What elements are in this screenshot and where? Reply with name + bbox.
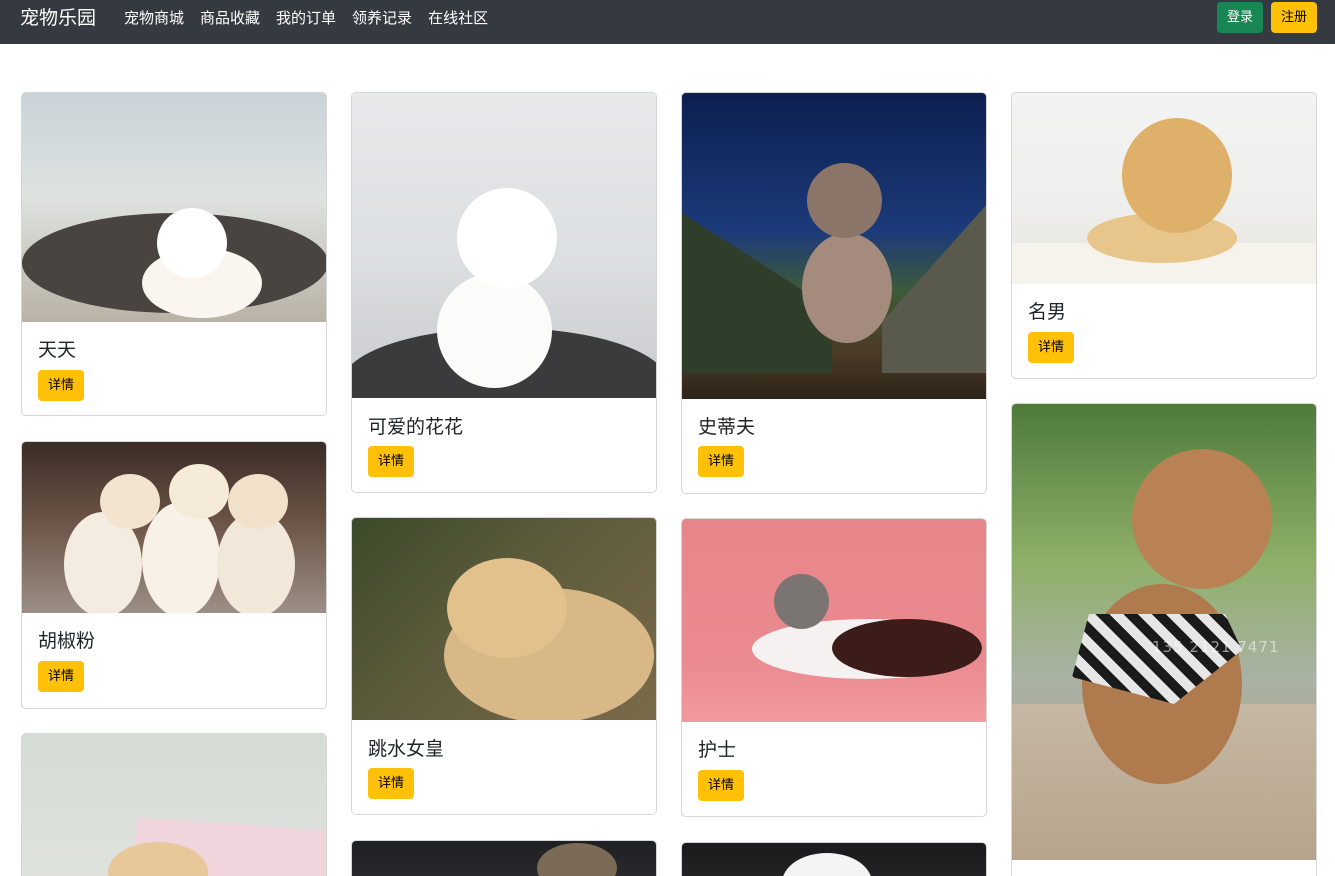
pet-name: 天天 bbox=[38, 339, 77, 361]
detail-button[interactable]: 详情 bbox=[38, 370, 84, 401]
navbar: 宠物乐园 宠物商城 商品收藏 我的订单 领养记录 在线社区 登录 注册 bbox=[0, 0, 1335, 44]
pet-card: 名男 详情 bbox=[1011, 92, 1317, 379]
register-button[interactable]: 注册 bbox=[1271, 2, 1317, 33]
pet-card: 史蒂夫 详情 bbox=[681, 92, 987, 494]
pet-photo[interactable] bbox=[22, 442, 326, 613]
nav-link-orders[interactable]: 我的订单 bbox=[276, 8, 336, 28]
pet-name: 护士 bbox=[698, 739, 737, 761]
pet-card bbox=[21, 733, 327, 876]
pet-card bbox=[351, 840, 657, 876]
pet-name: 名男 bbox=[1028, 301, 1067, 323]
login-button[interactable]: 登录 bbox=[1217, 2, 1263, 33]
nav-link-adoption[interactable]: 领养记录 bbox=[352, 8, 412, 28]
pet-photo[interactable] bbox=[682, 843, 986, 876]
pet-name: 胡椒粉 bbox=[38, 630, 96, 652]
pet-photo[interactable] bbox=[22, 93, 326, 322]
nav-link-community[interactable]: 在线社区 bbox=[428, 8, 488, 28]
pet-card: 可爱的花花 详情 bbox=[351, 92, 657, 493]
pet-photo[interactable] bbox=[22, 734, 326, 876]
photo-watermark: 135 2121 7471 bbox=[1152, 638, 1280, 656]
pet-card: 护士 详情 bbox=[681, 518, 987, 817]
nav-links: 宠物商城 商品收藏 我的订单 领养记录 在线社区 bbox=[124, 8, 488, 28]
pet-photo[interactable] bbox=[352, 841, 656, 876]
pet-photo[interactable] bbox=[352, 93, 656, 398]
pet-name: 史蒂夫 bbox=[698, 416, 756, 438]
detail-button[interactable]: 详情 bbox=[1028, 332, 1074, 363]
detail-button[interactable]: 详情 bbox=[698, 770, 744, 801]
pet-photo[interactable] bbox=[682, 93, 986, 399]
pet-card: 跳水女皇 详情 bbox=[351, 517, 657, 815]
detail-button[interactable]: 详情 bbox=[38, 661, 84, 692]
nav-link-favorites[interactable]: 商品收藏 bbox=[200, 8, 260, 28]
pet-card: 天天 详情 bbox=[21, 92, 327, 416]
nav-link-shop[interactable]: 宠物商城 bbox=[124, 8, 184, 28]
pet-card: 135 2121 7471 bbox=[1011, 403, 1317, 876]
pet-card bbox=[681, 842, 987, 876]
pet-photo[interactable]: 135 2121 7471 bbox=[1012, 404, 1316, 860]
brand-logo[interactable]: 宠物乐园 bbox=[20, 6, 96, 30]
pet-name: 跳水女皇 bbox=[368, 738, 445, 760]
pet-photo[interactable] bbox=[1012, 93, 1316, 284]
pet-photo[interactable] bbox=[352, 518, 656, 720]
pet-photo[interactable] bbox=[682, 519, 986, 722]
pet-card: 胡椒粉 详情 bbox=[21, 441, 327, 709]
detail-button[interactable]: 详情 bbox=[698, 446, 744, 477]
pet-name: 可爱的花花 bbox=[368, 416, 464, 438]
detail-button[interactable]: 详情 bbox=[368, 768, 414, 799]
detail-button[interactable]: 详情 bbox=[368, 446, 414, 477]
